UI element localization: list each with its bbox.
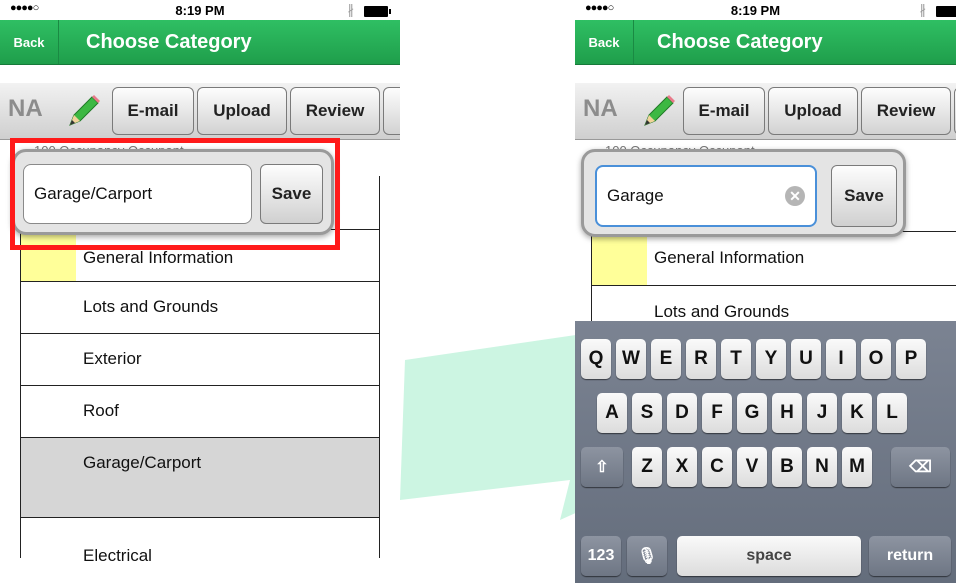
key-a[interactable]: A <box>597 393 627 433</box>
key-j[interactable]: J <box>807 393 837 433</box>
key-o[interactable]: O <box>861 339 891 379</box>
clear-icon[interactable]: ✕ <box>785 186 805 206</box>
list-item-label: Lots and Grounds <box>83 297 219 316</box>
page-title: Choose Category <box>657 31 823 53</box>
delete-icon[interactable]: ⌫ <box>891 447 950 487</box>
rename-popup: Garage ✕ Save <box>581 149 906 237</box>
list-item-label: Garage/Carport <box>83 453 202 472</box>
numbers-key[interactable]: 123 <box>581 536 621 576</box>
return-key[interactable]: return <box>869 536 951 576</box>
pencil-icon[interactable] <box>62 91 102 131</box>
list-item-label: Lots and Grounds <box>654 302 790 321</box>
back-button[interactable]: Back <box>0 20 59 64</box>
category-name-field[interactable]: Garage ✕ <box>595 165 817 227</box>
key-b[interactable]: B <box>772 447 802 487</box>
list-item-label: Electrical <box>83 546 152 565</box>
na-label[interactable]: NA <box>583 95 618 123</box>
status-bar: ●●●●○ 8:19 PM ∦ <box>575 0 956 20</box>
key-p[interactable]: P <box>896 339 926 379</box>
highlight-box <box>10 138 340 250</box>
email-button[interactable]: E-mail <box>683 87 765 135</box>
back-button[interactable]: Back <box>575 20 634 64</box>
key-y[interactable]: Y <box>756 339 786 379</box>
space-key[interactable]: space <box>677 536 861 576</box>
list-item-label: General Information <box>654 248 805 267</box>
review-button[interactable]: Review <box>861 87 951 135</box>
toolbar: NA E-mail Upload Review <box>0 83 400 140</box>
key-n[interactable]: N <box>807 447 837 487</box>
key-t[interactable]: T <box>721 339 751 379</box>
nav-bar: Back Choose Category <box>0 20 400 65</box>
status-time: 8:19 PM <box>730 3 781 18</box>
keyboard: Q W E R T Y U I O P A S D F G H J K L ⇧ … <box>575 321 956 583</box>
review-button[interactable]: Review <box>290 87 380 135</box>
battery-icon <box>936 6 956 17</box>
list-item-exterior[interactable]: Exterior <box>21 334 379 386</box>
key-m[interactable]: M <box>842 447 872 487</box>
key-d[interactable]: D <box>667 393 697 433</box>
field-value: Garage <box>607 186 664 205</box>
key-z[interactable]: Z <box>632 447 662 487</box>
list-item-label: General Information <box>83 248 234 267</box>
key-f[interactable]: F <box>702 393 732 433</box>
key-x[interactable]: X <box>667 447 697 487</box>
list-item-lots-and-grounds[interactable]: Lots and Grounds <box>592 286 956 326</box>
nav-bar: Back Choose Category <box>575 20 956 65</box>
pencil-icon[interactable] <box>637 91 677 131</box>
color-swatch <box>592 232 647 285</box>
phone-screen-left: ●●●●○ 8:19 PM ∦ Back Choose Category NA … <box>0 0 400 583</box>
status-time: 8:19 PM <box>175 3 225 18</box>
upload-button[interactable]: Upload <box>768 87 858 135</box>
upload-button[interactable]: Upload <box>197 87 287 135</box>
key-c[interactable]: C <box>702 447 732 487</box>
list-item-label: Exterior <box>83 349 142 368</box>
battery-icon <box>364 6 391 17</box>
key-r[interactable]: R <box>686 339 716 379</box>
bluetooth-icon: ∦ <box>919 2 927 17</box>
key-w[interactable]: W <box>616 339 646 379</box>
shift-icon[interactable]: ⇧ <box>581 447 623 487</box>
key-q[interactable]: Q <box>581 339 611 379</box>
key-h[interactable]: H <box>772 393 802 433</box>
bluetooth-icon: ∦ <box>347 2 355 17</box>
list-item-roof[interactable]: Roof <box>21 386 379 438</box>
key-u[interactable]: U <box>791 339 821 379</box>
key-l[interactable]: L <box>877 393 907 433</box>
list-item-electrical[interactable]: Electrical <box>21 518 379 565</box>
microphone-icon[interactable]: 🎙 <box>627 536 667 576</box>
page-title: Choose Category <box>86 31 252 53</box>
key-i[interactable]: I <box>826 339 856 379</box>
key-k[interactable]: K <box>842 393 872 433</box>
key-e[interactable]: E <box>651 339 681 379</box>
key-s[interactable]: S <box>632 393 662 433</box>
list-item-lots-and-grounds[interactable]: Lots and Grounds <box>21 282 379 334</box>
key-v[interactable]: V <box>737 447 767 487</box>
na-label[interactable]: NA <box>8 95 43 123</box>
key-g[interactable]: G <box>737 393 767 433</box>
list-item-label: Roof <box>83 401 119 420</box>
list-item-general-information[interactable]: General Information <box>592 232 956 286</box>
toolbar: NA E-mail Upload Review <box>575 83 956 140</box>
save-button[interactable]: Save <box>831 165 897 227</box>
phone-screen-right: ●●●●○ 8:19 PM ∦ Back Choose Category NA … <box>575 0 956 583</box>
status-bar: ●●●●○ 8:19 PM ∦ <box>0 0 400 20</box>
list-item-garage-carport[interactable]: Garage/Carport <box>21 438 379 518</box>
email-button[interactable]: E-mail <box>112 87 194 135</box>
more-button[interactable] <box>383 87 400 135</box>
